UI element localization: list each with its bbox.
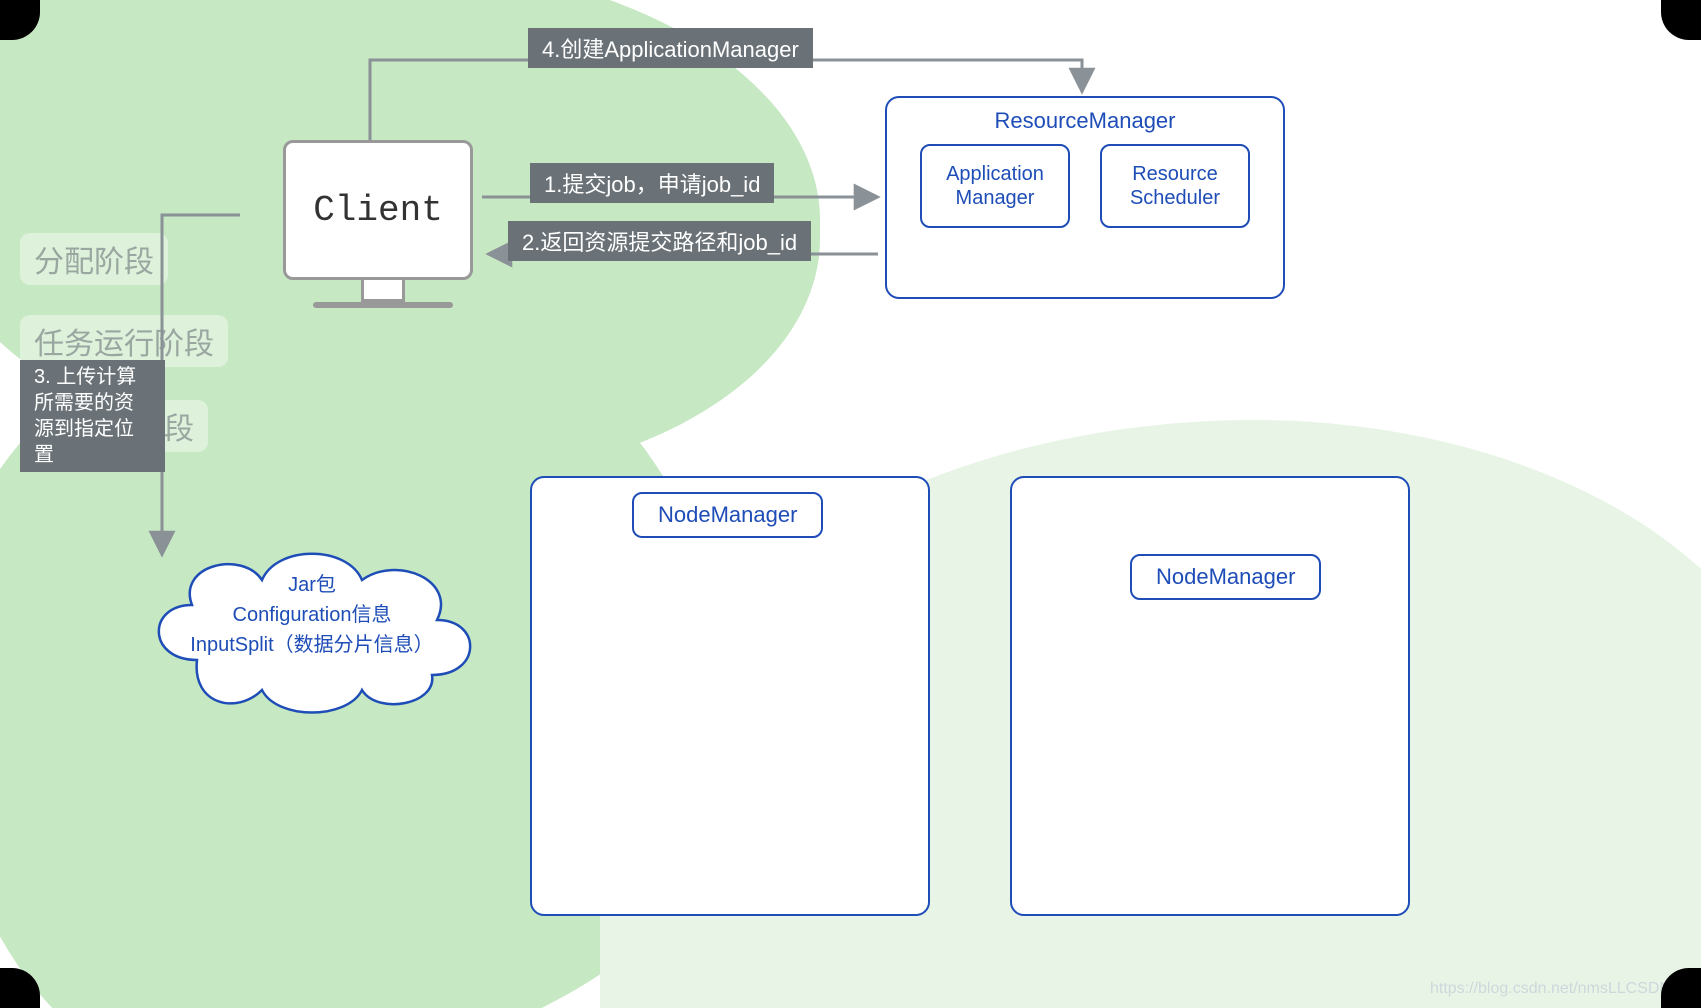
monitor-base [313,302,453,308]
diagram-canvas: 分配阶段 任务运行阶段 成阶段 Client ResourceManager A… [0,0,1701,1008]
step-label-4: 4.创建ApplicationManager [528,28,813,68]
node-manager-label: NodeManager [1130,554,1321,600]
resource-cloud: Jar包 Configuration信息 InputSplit（数据分片信息） [137,510,487,720]
step-label-3: 3. 上传计算所需要的资源到指定位置 [20,360,165,472]
phase-label: 分配阶段 [20,233,168,285]
application-manager-box: Application Manager [920,144,1070,228]
node-manager-box: NodeManager [530,476,930,916]
node-manager-label: NodeManager [632,492,823,538]
cloud-line: InputSplit（数据分片信息） [190,630,433,660]
monitor-stand [361,280,405,302]
client-label: Client [313,190,443,231]
resource-manager-box: ResourceManager Application Manager Reso… [885,96,1285,299]
step-label-2: 2.返回资源提交路径和job_id [508,221,811,261]
client-monitor-icon: Client [283,140,473,280]
watermark: https://blog.csdn.net/nmsLLCSDN [1430,980,1671,998]
client-node: Client [283,140,483,340]
resource-manager-title: ResourceManager [905,108,1265,134]
cloud-line: Jar包 [190,570,433,600]
resource-scheduler-box: Resource Scheduler [1100,144,1250,228]
cloud-line: Configuration信息 [190,600,433,630]
step-label-1: 1.提交job，申请job_id [530,163,774,203]
node-manager-box: NodeManager [1010,476,1410,916]
